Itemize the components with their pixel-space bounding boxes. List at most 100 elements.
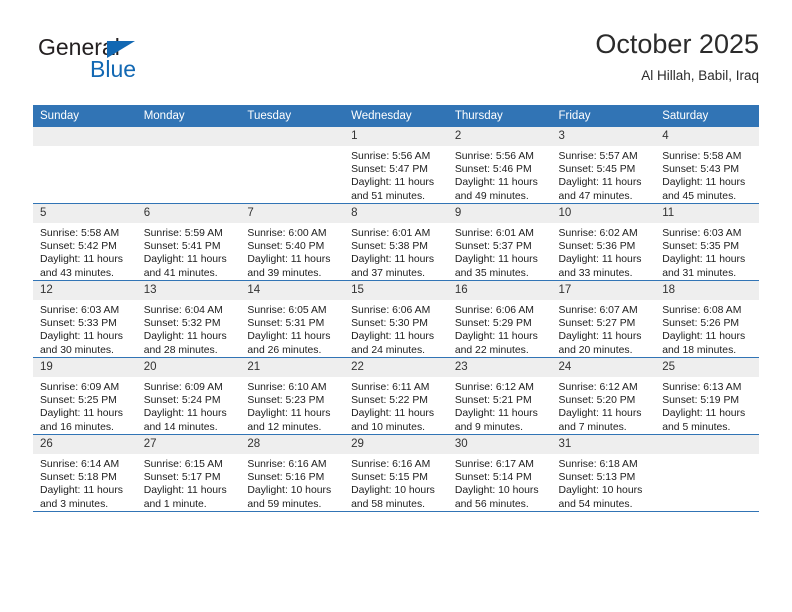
- daylight-duration-line2: and 35 minutes.: [454, 267, 529, 279]
- calendar-day-cell[interactable]: 25 Sunrise: 6:13 AM Sunset: 5:19 PM Dayligh…: [655, 357, 759, 435]
- sunrise-time: Sunrise: 5:59 AM: [143, 228, 223, 239]
- calendar-day-cell[interactable]: 10 Sunrise: 6:02 AM Sunset: 5:36 PM Dayligh…: [551, 203, 656, 281]
- sunrise-time: Sunrise: 5:58 AM: [662, 151, 742, 162]
- sunset-time: Sunset: 5:15 PM: [351, 472, 428, 484]
- sunrise-time: Sunrise: 6:03 AM: [662, 228, 742, 239]
- daylight-duration-line2: and 16 minutes.: [40, 421, 114, 433]
- sunset-time: Sunset: 5:40 PM: [247, 241, 325, 253]
- daylight-duration-line1: Daylight: 11 hours: [351, 408, 435, 420]
- day-number: [136, 127, 241, 146]
- sunrise-time: Sunrise: 6:08 AM: [662, 305, 742, 316]
- daylight-duration-line2: and 18 minutes.: [662, 344, 737, 356]
- daylight-duration-line2: and 14 minutes.: [143, 421, 218, 433]
- daylight-duration-line1: Daylight: 11 hours: [40, 408, 123, 420]
- calendar-day-cell[interactable]: 18 Sunrise: 6:08 AM Sunset: 5:26 PM Dayligh…: [655, 280, 759, 358]
- day-details: Sunrise: 5:57 AM Sunset: 5:45 PM Daylight:…: [552, 146, 656, 203]
- day-details: Sunrise: 5:56 AM Sunset: 5:47 PM Daylight:…: [344, 146, 448, 203]
- calendar-day-cell[interactable]: 12 Sunrise: 6:03 AM Sunset: 5:33 PM Dayligh…: [33, 280, 137, 358]
- calendar-head: Sunday Monday Tuesday Wednesday Thursday…: [33, 105, 759, 127]
- daylight-duration-line2: and 24 minutes.: [351, 344, 426, 356]
- daylight-duration-line1: Daylight: 10 hours: [247, 485, 332, 497]
- calendar-day-cell[interactable]: 28 Sunrise: 6:16 AM Sunset: 5:16 PM Dayligh…: [240, 434, 345, 512]
- day-number: 16: [447, 281, 552, 300]
- calendar-day-cell[interactable]: 4 Sunrise: 5:58 AM Sunset: 5:43 PM Daylight…: [655, 127, 759, 204]
- sunrise-time: Sunrise: 5:56 AM: [454, 151, 534, 162]
- daylight-duration-line1: Daylight: 11 hours: [454, 177, 538, 189]
- calendar-day-cell[interactable]: 3 Sunrise: 5:57 AM Sunset: 5:45 PM Daylight…: [551, 127, 656, 204]
- calendar-day-cell[interactable]: 23 Sunrise: 6:12 AM Sunset: 5:21 PM Dayligh…: [447, 357, 552, 435]
- calendar-day-cell[interactable]: 21 Sunrise: 6:10 AM Sunset: 5:23 PM Dayligh…: [240, 357, 345, 435]
- weekday-header-sunday: Sunday: [33, 105, 137, 127]
- daylight-duration-line1: Daylight: 11 hours: [143, 408, 227, 420]
- calendar-day-cell[interactable]: 19 Sunrise: 6:09 AM Sunset: 5:25 PM Dayligh…: [33, 357, 137, 435]
- sunrise-time: Sunrise: 6:01 AM: [351, 228, 431, 239]
- sunrise-time: Sunrise: 6:03 AM: [40, 305, 120, 316]
- general-blue-logo[interactable]: General Blue: [33, 34, 253, 90]
- sunset-time: Sunset: 5:26 PM: [662, 318, 740, 330]
- daylight-duration-line2: and 59 minutes.: [247, 498, 322, 510]
- day-cell-inner: 25 Sunrise: 6:13 AM Sunset: 5:19 PM Dayligh…: [655, 358, 759, 434]
- calendar-day-cell[interactable]: 7 Sunrise: 6:00 AM Sunset: 5:40 PM Daylight…: [240, 203, 345, 281]
- calendar-day-cell[interactable]: 13 Sunrise: 6:04 AM Sunset: 5:32 PM Dayligh…: [136, 280, 241, 358]
- day-cell-inner: 28 Sunrise: 6:16 AM Sunset: 5:16 PM Dayligh…: [240, 435, 345, 511]
- calendar-day-cell[interactable]: 5 Sunrise: 5:58 AM Sunset: 5:42 PM Daylight…: [33, 203, 137, 281]
- calendar-day-cell[interactable]: 27 Sunrise: 6:15 AM Sunset: 5:17 PM Dayligh…: [136, 434, 241, 512]
- sunrise-time: Sunrise: 6:00 AM: [247, 228, 327, 239]
- day-details: Sunrise: 6:05 AM Sunset: 5:31 PM Daylight:…: [240, 300, 344, 357]
- calendar-day-cell[interactable]: 22 Sunrise: 6:11 AM Sunset: 5:22 PM Dayligh…: [344, 357, 448, 435]
- day-details: Sunrise: 6:15 AM Sunset: 5:17 PM Daylight:…: [137, 454, 241, 511]
- daylight-duration-line2: and 43 minutes.: [40, 267, 114, 279]
- calendar-day-cell[interactable]: 8 Sunrise: 6:01 AM Sunset: 5:38 PM Daylight…: [344, 203, 448, 281]
- day-details: Sunrise: 5:58 AM Sunset: 5:43 PM Daylight:…: [655, 146, 759, 203]
- daylight-duration-line1: Daylight: 11 hours: [40, 485, 123, 497]
- calendar-day-cell[interactable]: 1 Sunrise: 5:56 AM Sunset: 5:47 PM Daylight…: [344, 127, 448, 204]
- calendar-day-cell[interactable]: 30 Sunrise: 6:17 AM Sunset: 5:14 PM Dayligh…: [447, 434, 552, 512]
- day-number: 11: [655, 204, 759, 223]
- day-details: Sunrise: 6:18 AM Sunset: 5:13 PM Daylight:…: [552, 454, 656, 511]
- calendar-day-cell[interactable]: 29 Sunrise: 6:16 AM Sunset: 5:15 PM Dayligh…: [344, 434, 448, 512]
- calendar-day-cell[interactable]: 2 Sunrise: 5:56 AM Sunset: 5:46 PM Daylight…: [447, 127, 552, 204]
- calendar-day-cell[interactable]: 11 Sunrise: 6:03 AM Sunset: 5:35 PM Dayligh…: [655, 203, 759, 281]
- sunrise-time: Sunrise: 5:57 AM: [558, 151, 638, 162]
- sunset-time: Sunset: 5:21 PM: [454, 395, 532, 407]
- weekday-header-wednesday: Wednesday: [344, 105, 448, 127]
- day-details: Sunrise: 6:17 AM Sunset: 5:14 PM Daylight:…: [448, 454, 552, 511]
- day-cell-inner: 13 Sunrise: 6:04 AM Sunset: 5:32 PM Dayligh…: [136, 281, 241, 357]
- daylight-duration-line2: and 1 minute.: [143, 498, 207, 510]
- day-details: Sunrise: 6:08 AM Sunset: 5:26 PM Daylight:…: [655, 300, 759, 357]
- day-number: 7: [240, 204, 345, 223]
- calendar-day-cell[interactable]: 31 Sunrise: 6:18 AM Sunset: 5:13 PM Dayligh…: [551, 434, 656, 512]
- calendar-day-cell[interactable]: 20 Sunrise: 6:09 AM Sunset: 5:24 PM Dayligh…: [136, 357, 241, 435]
- sunset-time: Sunset: 5:42 PM: [40, 241, 117, 253]
- calendar-day-cell[interactable]: 17 Sunrise: 6:07 AM Sunset: 5:27 PM Dayligh…: [551, 280, 656, 358]
- calendar-day-cell[interactable]: 6 Sunrise: 5:59 AM Sunset: 5:41 PM Daylight…: [136, 203, 241, 281]
- daylight-duration-line2: and 3 minutes.: [40, 498, 109, 510]
- day-cell-inner: 8 Sunrise: 6:01 AM Sunset: 5:38 PM Daylight…: [344, 204, 448, 280]
- day-number: 20: [136, 358, 241, 377]
- daylight-duration-line2: and 9 minutes.: [454, 421, 523, 433]
- day-details: Sunrise: 6:16 AM Sunset: 5:15 PM Daylight:…: [344, 454, 448, 511]
- daylight-duration-line1: Daylight: 11 hours: [351, 254, 435, 266]
- calendar-day-cell[interactable]: 24 Sunrise: 6:12 AM Sunset: 5:20 PM Dayligh…: [551, 357, 656, 435]
- calendar-day-cell[interactable]: 9 Sunrise: 6:01 AM Sunset: 5:37 PM Daylight…: [447, 203, 552, 281]
- day-cell-inner: [240, 127, 345, 203]
- sunset-time: Sunset: 5:41 PM: [143, 241, 221, 253]
- day-details: Sunrise: 6:06 AM Sunset: 5:30 PM Daylight:…: [344, 300, 448, 357]
- daylight-duration-line1: Daylight: 11 hours: [662, 177, 746, 189]
- calendar-day-cell[interactable]: 16 Sunrise: 6:06 AM Sunset: 5:29 PM Dayligh…: [447, 280, 552, 358]
- daylight-duration-line1: Daylight: 11 hours: [143, 254, 227, 266]
- sunrise-time: Sunrise: 6:05 AM: [247, 305, 327, 316]
- calendar-day-cell[interactable]: 15 Sunrise: 6:06 AM Sunset: 5:30 PM Dayligh…: [344, 280, 448, 358]
- day-cell-inner: 3 Sunrise: 5:57 AM Sunset: 5:45 PM Daylight…: [551, 127, 656, 203]
- daylight-duration-line1: Daylight: 11 hours: [558, 408, 642, 420]
- calendar-day-cell[interactable]: 26 Sunrise: 6:14 AM Sunset: 5:18 PM Dayligh…: [33, 434, 137, 512]
- day-details: Sunrise: 6:12 AM Sunset: 5:20 PM Daylight:…: [552, 377, 656, 434]
- day-cell-inner: 17 Sunrise: 6:07 AM Sunset: 5:27 PM Dayligh…: [551, 281, 656, 357]
- day-cell-inner: 1 Sunrise: 5:56 AM Sunset: 5:47 PM Daylight…: [344, 127, 448, 203]
- calendar-day-cell[interactable]: 14 Sunrise: 6:05 AM Sunset: 5:31 PM Dayligh…: [240, 280, 345, 358]
- daylight-duration-line1: Daylight: 11 hours: [351, 331, 435, 343]
- calendar-day-cell-empty: [136, 127, 241, 204]
- daylight-duration-line2: and 31 minutes.: [662, 267, 737, 279]
- day-details: Sunrise: 5:58 AM Sunset: 5:42 PM Daylight:…: [33, 223, 137, 280]
- weekday-header-monday: Monday: [136, 105, 241, 127]
